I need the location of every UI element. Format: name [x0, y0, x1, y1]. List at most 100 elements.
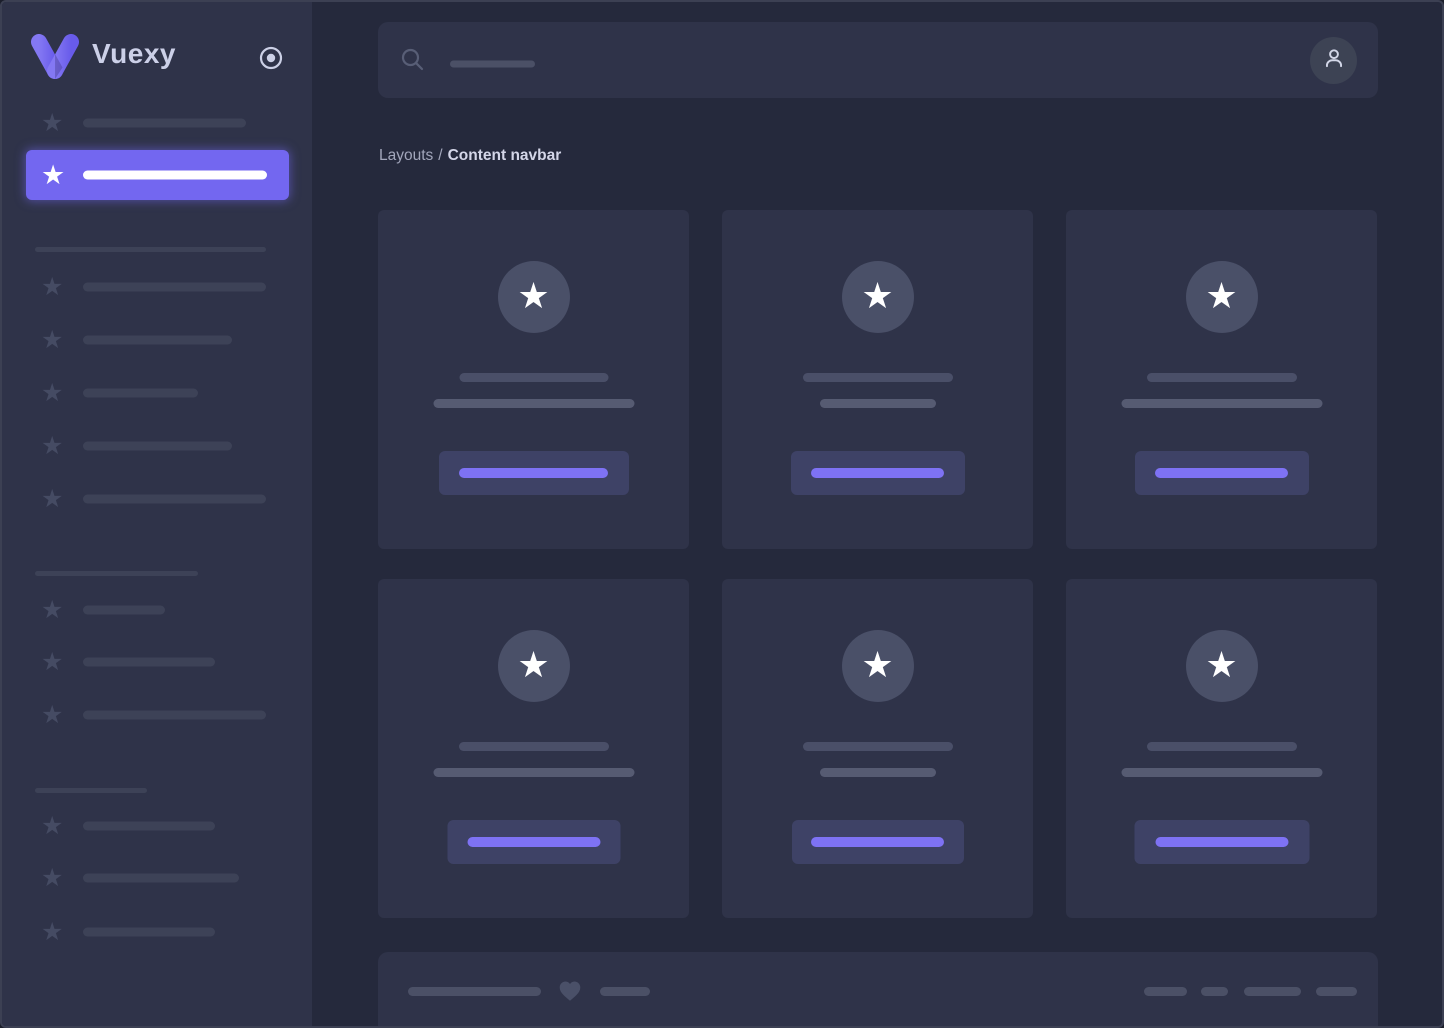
- app-window: Vuexy ★ ★ ★ ★ ★ ★ ★ ★ ★ ★ ★ ★ ★: [0, 0, 1444, 1028]
- star-icon: ★: [1205, 278, 1237, 314]
- card-title-bar: [803, 373, 953, 382]
- star-icon: ★: [41, 919, 63, 945]
- footer-left-bar: [600, 987, 650, 996]
- sidebar-item-label-bar: [83, 119, 246, 128]
- footer-right-bar: [1244, 987, 1301, 996]
- sidebar-item[interactable]: ★: [2, 380, 312, 406]
- card-action-button[interactable]: [1134, 820, 1309, 864]
- card-subtitle-bar: [433, 768, 634, 777]
- button-label-bar: [1155, 468, 1288, 478]
- sidebar-item-label-bar: [83, 389, 198, 398]
- footer-left-bar: [408, 987, 541, 996]
- card-action-button[interactable]: [447, 820, 620, 864]
- sidebar-item-label-bar: [83, 606, 165, 615]
- star-icon: ★: [41, 486, 63, 512]
- footer: [378, 952, 1378, 1028]
- star-icon: ★: [41, 380, 63, 406]
- search-input[interactable]: [390, 22, 950, 98]
- sidebar-header: Vuexy: [2, 32, 312, 84]
- sidebar-item[interactable]: ★: [2, 486, 312, 512]
- card-title-bar: [1147, 373, 1297, 382]
- person-icon: [1321, 45, 1347, 76]
- search-icon: [400, 47, 426, 73]
- star-icon: ★: [517, 647, 549, 683]
- card: ★: [722, 210, 1033, 549]
- sidebar-item[interactable]: ★: [2, 274, 312, 300]
- sidebar-item[interactable]: ★: [2, 813, 312, 839]
- card-subtitle-bar: [1121, 768, 1322, 777]
- sidebar-item[interactable]: ★: [2, 110, 312, 136]
- star-icon: ★: [41, 274, 63, 300]
- footer-right-bar: [1201, 987, 1228, 996]
- sidebar-section-header-bar: [35, 788, 147, 793]
- card-subtitle-bar: [820, 399, 936, 408]
- sidebar-item[interactable]: ★: [2, 702, 312, 728]
- card-title-bar: [459, 373, 608, 382]
- card-title-bar: [1147, 742, 1297, 751]
- cards-grid: ★ ★ ★ ★ ★ ★: [378, 210, 1378, 918]
- sidebar-item-label-bar: [83, 336, 232, 345]
- card-title-bar: [803, 742, 953, 751]
- card-subtitle-bar: [820, 768, 936, 777]
- sidebar-item[interactable]: ★: [2, 865, 312, 891]
- footer-right-bar: [1144, 987, 1187, 996]
- card: ★: [1066, 579, 1377, 918]
- card-avatar: ★: [842, 630, 914, 702]
- breadcrumb: Layouts/Content navbar: [379, 146, 561, 166]
- button-label-bar: [467, 837, 600, 847]
- card-subtitle-bar: [433, 399, 634, 408]
- sidebar-section-header-bar: [35, 571, 198, 576]
- card-avatar: ★: [498, 261, 570, 333]
- star-icon: ★: [41, 433, 63, 459]
- card-title-bar: [459, 742, 609, 751]
- sidebar-item[interactable]: ★: [2, 327, 312, 353]
- sidebar-item-label-bar: [83, 711, 266, 720]
- card-avatar: ★: [1186, 630, 1258, 702]
- sidebar-section-header-bar: [35, 247, 266, 252]
- star-icon: ★: [861, 647, 893, 683]
- card: ★: [378, 210, 689, 549]
- card-action-button[interactable]: [792, 820, 964, 864]
- card-action-button[interactable]: [1135, 451, 1309, 495]
- button-label-bar: [1155, 837, 1288, 847]
- sidebar-item-label-bar: [83, 874, 239, 883]
- sidebar-item[interactable]: ★: [2, 433, 312, 459]
- card-action-button[interactable]: [791, 451, 965, 495]
- star-icon: ★: [41, 702, 63, 728]
- card: ★: [1066, 210, 1377, 549]
- star-icon: ★: [41, 327, 63, 353]
- star-icon: ★: [1205, 647, 1237, 683]
- breadcrumb-parent-link[interactable]: Layouts: [379, 147, 433, 164]
- top-navbar: [378, 22, 1378, 98]
- button-label-bar: [811, 837, 944, 847]
- star-icon: ★: [41, 813, 63, 839]
- card-action-button[interactable]: [439, 451, 629, 495]
- sidebar-item[interactable]: ★: [2, 597, 312, 623]
- user-avatar-button[interactable]: [1310, 37, 1357, 84]
- sidebar-item-label-bar: [83, 283, 266, 292]
- sidebar-item-label-bar: [83, 658, 215, 667]
- star-icon: ★: [517, 278, 549, 314]
- footer-right-bar: [1316, 987, 1357, 996]
- sidebar-item[interactable]: ★: [2, 919, 312, 945]
- sidebar-item-active[interactable]: ★: [26, 150, 289, 200]
- sidebar-item-label-bar: [83, 442, 232, 451]
- star-icon: ★: [41, 110, 63, 136]
- button-label-bar: [811, 468, 944, 478]
- sidebar-item-label-bar: [83, 171, 267, 180]
- brand-title: Vuexy: [92, 38, 176, 70]
- star-icon: ★: [41, 597, 63, 623]
- sidebar-item-label-bar: [83, 495, 266, 504]
- breadcrumb-separator: /: [433, 147, 447, 164]
- card-avatar: ★: [842, 261, 914, 333]
- sidebar-item[interactable]: ★: [2, 649, 312, 675]
- search-placeholder-bar: [450, 60, 535, 67]
- heart-icon: [557, 978, 583, 1004]
- star-icon: ★: [41, 865, 63, 891]
- star-icon: ★: [41, 162, 65, 188]
- button-label-bar: [459, 468, 608, 478]
- vuexy-logo-icon: [29, 34, 81, 80]
- menu-pin-toggle-icon[interactable]: [258, 45, 284, 71]
- sidebar: Vuexy ★ ★ ★ ★ ★ ★ ★ ★ ★ ★ ★ ★ ★: [2, 2, 312, 1026]
- sidebar-item-label-bar: [83, 928, 215, 937]
